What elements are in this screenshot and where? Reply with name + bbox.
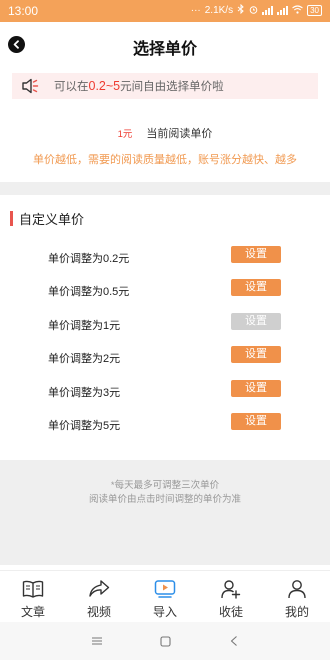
menu-nav-button[interactable] [89, 633, 105, 649]
bottom-tab-bar: 文章 视频 导入 收徒 我的 [0, 570, 330, 622]
status-time: 13:00 [8, 4, 39, 18]
set-price-button[interactable]: 设置 [231, 279, 281, 296]
price-option-label: 单价调整为5元 [48, 420, 121, 432]
alarm-icon [249, 5, 258, 17]
current-price-label: 当前阅读单价 [146, 128, 213, 140]
notice-prefix: 可以在 [54, 81, 89, 93]
price-rule-note: 阅读单价由点击时间调整的单价为准 [88, 494, 241, 505]
current-price-line: 1元 当前阅读单价 [0, 125, 330, 141]
price-option-row: 单价调整为5元 设置 [0, 413, 330, 435]
tab-label: 收徒 [218, 605, 243, 619]
price-option-row: 单价调整为0.2元 设置 [0, 246, 330, 268]
notice-range: 0.2~5 [88, 79, 121, 93]
tab-import[interactable]: 导入 [132, 571, 198, 622]
page-title: 选择单价 [132, 41, 197, 58]
section-divider [0, 182, 330, 195]
price-option-row: 单价调整为2元 设置 [0, 346, 330, 368]
tab-label: 导入 [152, 605, 177, 619]
price-option-row: 单价调整为3元 设置 [0, 380, 330, 402]
back-nav-button[interactable] [226, 633, 242, 649]
price-option-label: 单价调整为0.2元 [48, 253, 130, 265]
home-nav-button[interactable] [157, 633, 173, 649]
network-speed: 2.1K/s [204, 5, 234, 16]
header: 选择单价 [0, 22, 330, 68]
status-dots: ··· [190, 5, 201, 16]
tab-articles[interactable]: 文章 [0, 571, 66, 622]
tab-label: 文章 [20, 605, 45, 619]
book-icon [22, 578, 44, 600]
price-hint: 单价越低，需要的阅读质量越低，账号涨分越快、越多 [33, 154, 297, 166]
system-nav-bar [0, 622, 330, 660]
tab-recruit[interactable]: 收徒 [198, 571, 264, 622]
current-price-value: 1元 [117, 129, 133, 140]
notice-text: 可以在0.2~5元间自由选择单价啦 [54, 78, 224, 94]
triangle-back-icon [229, 635, 239, 647]
section-title-text: 自定义单价 [19, 211, 85, 227]
tab-video[interactable]: 视频 [66, 571, 132, 622]
signal-icon-2 [277, 6, 289, 15]
price-option-label: 单价调整为0.5元 [48, 286, 130, 298]
section-marker [10, 210, 13, 226]
tab-label: 我的 [284, 605, 309, 619]
status-indicators: ··· 2.1K/s 30 [190, 3, 322, 17]
price-option-row: 单价调整为1元 设置 [0, 313, 330, 335]
add-user-icon [220, 578, 242, 600]
price-option-label: 单价调整为2元 [48, 353, 121, 365]
wifi-icon [292, 4, 303, 17]
set-price-button-disabled: 设置 [231, 313, 281, 330]
section-title: 自定义单价 [10, 210, 85, 227]
set-price-button[interactable]: 设置 [231, 380, 281, 397]
set-price-button[interactable]: 设置 [231, 246, 281, 263]
user-icon [286, 578, 308, 600]
signal-icon-1 [262, 6, 274, 15]
video-import-icon [154, 578, 176, 600]
square-icon [159, 635, 171, 647]
tab-label: 视频 [86, 605, 111, 619]
price-option-label: 单价调整为1元 [48, 320, 121, 332]
speaker-icon [21, 76, 41, 96]
set-price-button[interactable]: 设置 [231, 346, 281, 363]
price-option-row: 单价调整为0.5元 设置 [0, 279, 330, 301]
footer-notes: *每天最多可调整三次单价 阅读单价由点击时间调整的单价为准 [0, 460, 330, 565]
share-icon [88, 578, 110, 600]
bluetooth-icon [237, 3, 245, 17]
notice-banner: 可以在0.2~5元间自由选择单价啦 [12, 73, 318, 99]
status-bar: 13:00 ··· 2.1K/s 30 [0, 0, 330, 22]
menu-icon [91, 636, 103, 646]
tab-mine[interactable]: 我的 [264, 571, 330, 622]
notice-suffix: 元间自由选择单价啦 [120, 81, 224, 93]
price-option-label: 单价调整为3元 [48, 387, 121, 399]
set-price-button[interactable]: 设置 [231, 413, 281, 430]
daily-limit-note: *每天最多可调整三次单价 [110, 480, 220, 491]
battery-icon: 30 [307, 5, 322, 16]
